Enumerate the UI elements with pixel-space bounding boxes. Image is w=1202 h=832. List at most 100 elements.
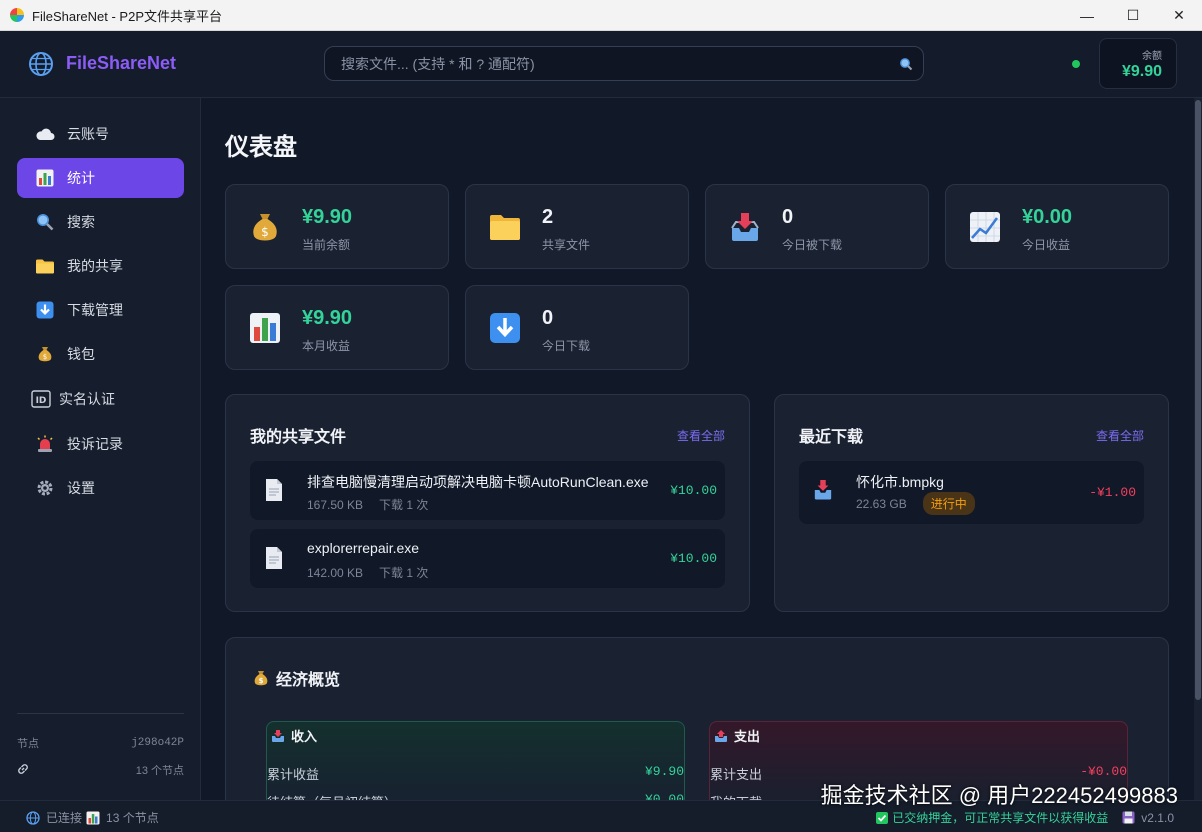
stat-label: 今日下载 [542,339,591,353]
stat-label: 本月收益 [302,339,351,353]
panel-title: 最近下载 [799,429,864,446]
cloud-icon [35,124,55,144]
page-title: 仪表盘 [225,134,297,161]
inbox-tray-icon [814,480,832,500]
stat-card-downloaded-today: 0 今日被下载 [705,184,929,269]
brand-name[interactable]: FileShareNet [66,53,176,74]
file-name: explorerrepair.exe [307,540,420,556]
search-box[interactable] [324,46,924,81]
sidebar-item-label: 云账号 [67,126,109,142]
stat-card-downloads-today: 0 今日下载 [465,285,689,370]
id-icon: ID [31,389,51,409]
svg-text:$: $ [259,677,264,685]
file-downloads: 下载 1 次 [379,498,429,512]
balance-label: 余额 [1142,51,1162,62]
sidebar-item-wallet[interactable]: $ 钱包 [17,334,184,374]
file-name: 排查电脑慢清理启动项解决电脑卡顿AutoRunClean.exe [307,474,649,490]
outbox-tray-icon [715,729,727,742]
folder-icon [490,215,520,240]
sidebar-item-label: 搜索 [67,214,95,230]
recent-downloads-panel: 最近下载 查看全部 怀化市.bmpkg 22.63 GB 进行中 -¥1.00 [774,394,1169,612]
svg-text:ID: ID [36,396,47,406]
file-meta: 22.63 GB 进行中 [856,492,975,515]
list-item[interactable]: 排查电脑慢清理启动项解决电脑卡顿AutoRunClean.exe 167.50 … [250,461,725,520]
sidebar-item-label: 下载管理 [67,302,123,318]
stat-value: 0 [782,206,794,228]
sidebar-item-complaints[interactable]: 投诉记录 [17,424,184,464]
file-size: 167.50 KB [307,498,364,512]
panel-title: $ 经济概览 [252,666,340,690]
money-bag-icon: $ [254,671,268,686]
list-item[interactable]: 怀化市.bmpkg 22.63 GB 进行中 -¥1.00 [799,461,1144,524]
file-icon [266,479,282,501]
view-all-downloads-link[interactable]: 查看全部 [1096,427,1144,444]
list-item[interactable]: explorerrepair.exe 142.00 KB 下载 1 次 ¥10.0… [250,529,725,588]
stat-value: ¥0.00 [1022,206,1073,228]
sidebar-item-stats[interactable]: 统计 [17,158,184,198]
file-price: -¥1.00 [1089,485,1136,500]
balance-widget[interactable]: 余额 ¥9.90 [1099,38,1177,89]
inbox-tray-icon [272,729,284,742]
watermark-text: 掘金技术社区 @ 用户2224524998​83 [820,783,1178,808]
income-title: 收入 [291,729,318,744]
sidebar-item-settings[interactable]: 设置 [17,468,184,508]
bar-chart-icon [250,313,280,343]
search-input[interactable] [325,47,923,80]
search-icon[interactable] [899,57,913,71]
node-id: j298o42P [131,737,184,749]
scrollbar-thumb[interactable] [1195,100,1201,700]
file-size: 142.00 KB [307,566,364,580]
stat-value: 0 [542,307,554,329]
sidebar-item-my-shares[interactable]: 我的共享 [17,246,184,286]
app-header: FileShareNet 余额 ¥9.90 [0,31,1202,98]
income-box: 收入 累计收益 ¥9.90 待结算（每月初结算） ¥0.00 [266,721,685,800]
sidebar-divider [17,713,184,714]
stat-label: 共享文件 [542,238,591,252]
checkmark-icon [876,811,889,824]
svg-text:$: $ [43,353,47,361]
node-label: 节点 [17,738,39,750]
maximize-button[interactable]: ☐ [1110,0,1156,31]
sidebar-item-cloud-account[interactable]: 云账号 [17,114,184,154]
sidebar-node-count: 13 个节点 [17,762,184,778]
stat-value: ¥9.90 [302,307,353,329]
sidebar-item-search[interactable]: 搜索 [17,202,184,242]
app-icon [10,8,24,22]
stat-label: 当前余额 [302,238,351,252]
main-scrollbar[interactable] [1194,98,1202,800]
sidebar-item-downloads[interactable]: 下载管理 [17,290,184,330]
minimize-button[interactable]: — [1064,0,1110,31]
file-size: 22.63 GB [856,497,907,511]
window-titlebar: FileShareNet - P2P文件共享平台 — ☐ ✕ [0,0,1202,31]
economy-overview-panel: $ 经济概览 收入 累计收益 ¥9.90 待结算（每月初结算） ¥0.00 支出 [225,637,1169,800]
stat-card-income-today: ¥0.00 今日收益 [945,184,1169,269]
main-content: 仪表盘 $ ¥9.90 当前余额 2 共享文件 0 今日被下载 ¥0.00 今日… [201,98,1194,800]
folder-icon [35,256,55,276]
stat-value: 2 [542,206,554,228]
status-node-count: 13 个节点 [106,811,159,825]
income-row-value: ¥0.00 [644,792,684,800]
expense-row-label: 累计支出 [710,767,763,782]
income-header: 收入 [271,726,317,745]
bar-chart-icon [86,811,100,824]
bar-chart-icon [35,168,55,188]
sidebar-item-label: 设置 [67,480,95,496]
stat-card-shared-files: 2 共享文件 [465,184,689,269]
income-row: 累计收益 ¥9.90 [267,764,684,784]
stat-value: ¥9.90 [302,206,353,228]
file-price: ¥10.00 [670,483,717,498]
sidebar-item-label: 统计 [67,170,95,186]
app-version: v2.1.0 [1141,810,1174,825]
my-shares-panel: 我的共享文件 查看全部 排查电脑慢清理启动项解决电脑卡顿AutoRunClean… [225,394,750,612]
close-button[interactable]: ✕ [1156,0,1202,31]
svg-text:$: $ [261,225,269,239]
expense-header: 支出 [714,726,760,745]
download-icon [35,300,55,320]
view-all-shares-link[interactable]: 查看全部 [677,427,725,444]
expense-title: 支出 [734,729,761,744]
panel-title: 我的共享文件 [250,429,347,446]
stat-label: 今日被下载 [782,238,843,252]
sidebar-item-verification[interactable]: ID 实名认证 [17,379,184,419]
magnifier-icon [35,212,55,232]
money-bag-icon: $ [253,214,277,241]
